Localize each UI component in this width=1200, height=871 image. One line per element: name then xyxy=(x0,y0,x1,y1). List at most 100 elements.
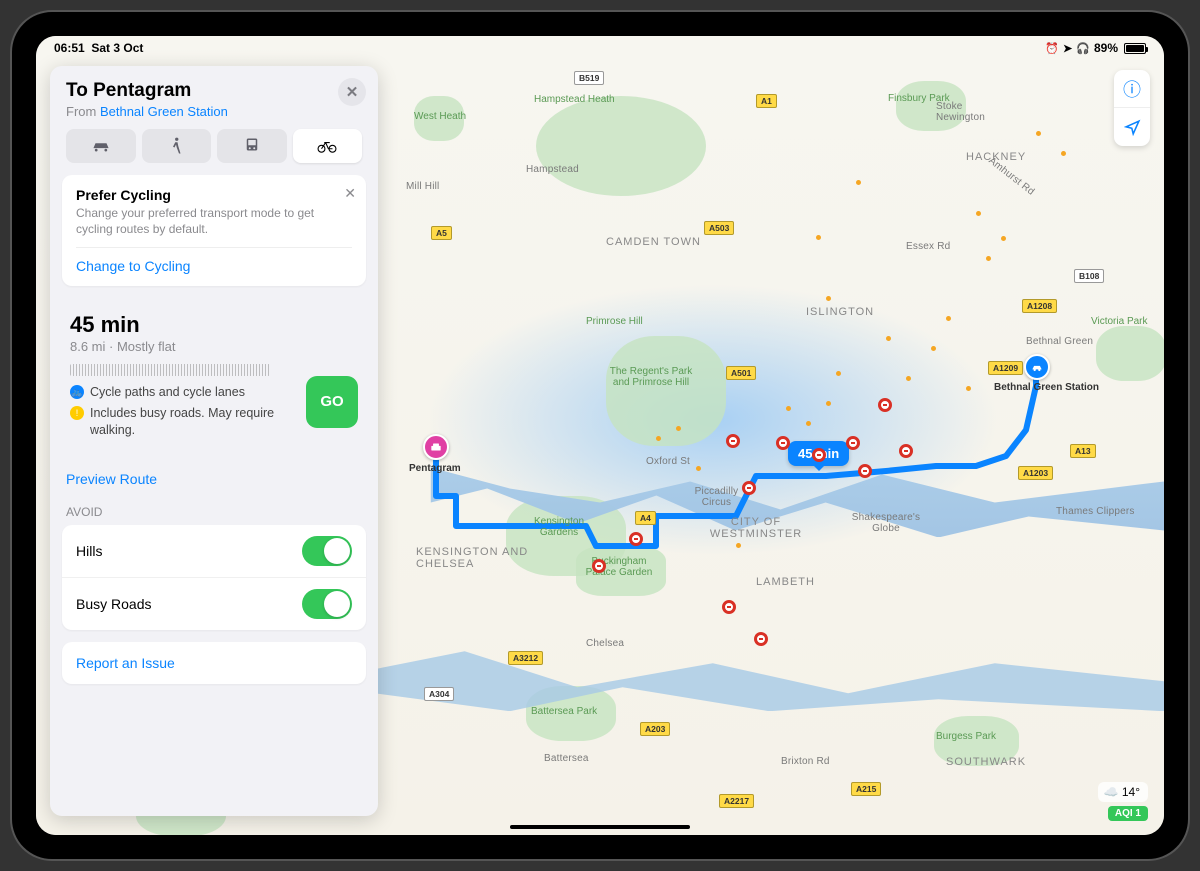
poi-dot xyxy=(676,426,681,431)
label-stoke: Stoke Newington xyxy=(936,101,1006,123)
poi-dot xyxy=(816,235,821,240)
status-right: ⏰ ➤ 🎧 89% xyxy=(1045,41,1146,55)
label-lambeth: LAMBETH xyxy=(756,576,815,588)
home-indicator[interactable] xyxy=(510,825,690,829)
info-button[interactable]: ⓘ xyxy=(1114,70,1150,108)
label-battersea-park: Battersea Park xyxy=(531,706,597,717)
origin-label: Bethnal Green Station xyxy=(994,382,1084,393)
park-regents xyxy=(606,336,726,446)
label-west-heath: West Heath xyxy=(414,111,466,122)
avoid-section-label: AVOID xyxy=(50,487,378,525)
road-closure-icon xyxy=(776,436,790,450)
poi-dot xyxy=(736,543,741,548)
label-bethnal-green: Bethnal Green xyxy=(1026,336,1093,347)
avoid-options: Hills Busy Roads xyxy=(62,525,366,630)
elevation-profile xyxy=(70,364,270,376)
avoid-hills-toggle[interactable] xyxy=(302,536,352,566)
label-buckingham: Buckingham Palace Garden xyxy=(579,556,659,578)
route-time: 45 min xyxy=(70,312,358,338)
road-badge: A3212 xyxy=(508,651,543,665)
label-hampstead-heath: Hampstead Heath xyxy=(534,94,615,105)
poi-dot xyxy=(1061,151,1066,156)
road-badge: A215 xyxy=(851,782,881,796)
poi-dot xyxy=(886,336,891,341)
label-kensington-gardens: Kensington Gardens xyxy=(519,516,599,538)
tab-drive[interactable] xyxy=(66,129,136,163)
destination-label: Pentagram xyxy=(409,463,461,474)
prefer-close-button[interactable]: ✕ xyxy=(344,185,356,202)
label-brixton: Brixton Rd xyxy=(781,756,830,767)
road-badge: A1209 xyxy=(988,361,1023,375)
cycle-paths-icon: 🚲 xyxy=(70,385,84,399)
label-regents: The Regent's Park and Primrose Hill xyxy=(606,366,696,388)
road-badge: A1 xyxy=(756,94,777,108)
poi-dot xyxy=(976,211,981,216)
road-badge: A2217 xyxy=(719,794,754,808)
road-badge: A501 xyxy=(726,366,756,380)
weather-temperature: ☁️ 14° xyxy=(1098,782,1148,802)
weather-icon: ☁️ xyxy=(1104,785,1119,799)
poi-dot xyxy=(826,296,831,301)
prefer-description: Change your preferred transport mode to … xyxy=(76,205,352,237)
road-badge: B519 xyxy=(574,71,604,85)
poi-dot xyxy=(1001,236,1006,241)
label-oxford-st: Oxford St xyxy=(646,456,690,467)
change-to-cycling-button[interactable]: Change to Cycling xyxy=(76,247,352,274)
panel-header: To Pentagram From Bethnal Green Station … xyxy=(50,66,378,129)
tab-transit[interactable] xyxy=(217,129,287,163)
road-badge: A304 xyxy=(424,687,454,701)
battery-icon xyxy=(1124,43,1146,54)
label-islington: ISLINGTON xyxy=(806,306,874,318)
label-westminster: CITY OF WESTMINSTER xyxy=(706,516,806,540)
headphones-icon: 🎧 xyxy=(1076,42,1090,55)
status-bar: 06:51 Sat 3 Oct ⏰ ➤ 🎧 89% xyxy=(36,36,1164,60)
poi-dot xyxy=(856,180,861,185)
label-burgess: Burgess Park xyxy=(936,731,996,742)
weather-widget[interactable]: ☁️ 14° AQI 1 xyxy=(1098,782,1148,821)
go-button[interactable]: GO xyxy=(306,376,358,428)
directions-panel: To Pentagram From Bethnal Green Station … xyxy=(50,66,378,816)
close-button[interactable]: ✕ xyxy=(338,78,366,106)
avoid-busy-toggle[interactable] xyxy=(302,589,352,619)
origin-link[interactable]: Bethnal Green Station xyxy=(100,104,228,119)
label-thames-clippers: Thames Clippers xyxy=(1056,506,1135,517)
poi-dot xyxy=(656,436,661,441)
report-issue-button[interactable]: Report an Issue xyxy=(62,642,366,684)
road-badge: B108 xyxy=(1074,269,1104,283)
prefer-title: Prefer Cycling xyxy=(76,187,352,203)
label-piccadilly: Piccadilly Circus xyxy=(689,486,744,508)
poi-dot xyxy=(826,401,831,406)
road-closure-icon xyxy=(812,448,826,462)
prefer-cycling-card: ✕ Prefer Cycling Change your preferred t… xyxy=(62,175,366,286)
destination-pin[interactable] xyxy=(423,434,449,460)
label-victoria-park: Victoria Park xyxy=(1091,316,1151,327)
screen: 06:51 Sat 3 Oct ⏰ ➤ 🎧 89% xyxy=(36,36,1164,835)
park-hampstead xyxy=(536,96,706,196)
road-badge: A13 xyxy=(1070,444,1096,458)
transport-tabs xyxy=(50,129,378,175)
alarm-icon: ⏰ xyxy=(1045,42,1059,55)
park-victoria xyxy=(1096,326,1164,381)
poi-dot xyxy=(986,256,991,261)
poi-dot xyxy=(806,421,811,426)
locate-button[interactable] xyxy=(1114,108,1150,146)
label-camden: CAMDEN TOWN xyxy=(606,236,701,248)
road-badge: A503 xyxy=(704,221,734,235)
tab-walk[interactable] xyxy=(142,129,212,163)
road-badge: A4 xyxy=(635,511,656,525)
battery-percent: 89% xyxy=(1094,41,1118,55)
road-closure-icon xyxy=(592,559,606,573)
origin-pin[interactable] xyxy=(1024,354,1050,380)
poi-dot xyxy=(786,406,791,411)
road-closure-icon xyxy=(722,600,736,614)
road-closure-icon xyxy=(754,632,768,646)
preview-route-button[interactable]: Preview Route xyxy=(50,471,378,487)
tab-cycle[interactable] xyxy=(293,129,363,163)
panel-subtitle: From Bethnal Green Station xyxy=(66,104,362,119)
avoid-busy-row: Busy Roads xyxy=(62,578,366,630)
label-globe: Shakespeare's Globe xyxy=(846,512,926,534)
label-chelsea: Chelsea xyxy=(586,638,624,649)
route-summary: 45 min 8.6 mi · Mostly flat 🚲 Cycle path… xyxy=(54,298,374,453)
road-closure-icon xyxy=(742,481,756,495)
label-southwark: SOUTHWARK xyxy=(946,756,1026,768)
